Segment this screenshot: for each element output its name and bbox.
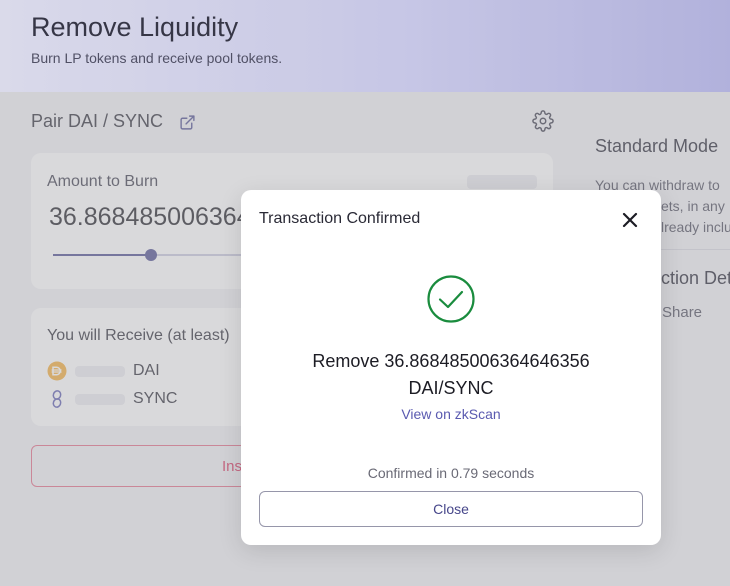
modal-backdrop-header xyxy=(0,0,730,92)
confirmation-time: Confirmed in 0.79 seconds xyxy=(367,465,535,481)
close-button[interactable]: Close xyxy=(259,491,643,527)
modal-message: Remove 36.868485006364646356 DAI/SYNC xyxy=(261,348,641,402)
close-icon[interactable] xyxy=(620,210,640,230)
modal-message-amount: Remove 36.868485006364646356 xyxy=(312,351,590,371)
modal-title: Transaction Confirmed xyxy=(259,210,421,227)
success-check-icon xyxy=(427,275,475,323)
transaction-confirmed-modal: Transaction Confirmed Remove 36.86848500… xyxy=(241,190,661,545)
modal-message-pair: DAI/SYNC xyxy=(408,378,494,398)
view-on-zkscan-link[interactable]: View on zkScan xyxy=(241,406,661,422)
